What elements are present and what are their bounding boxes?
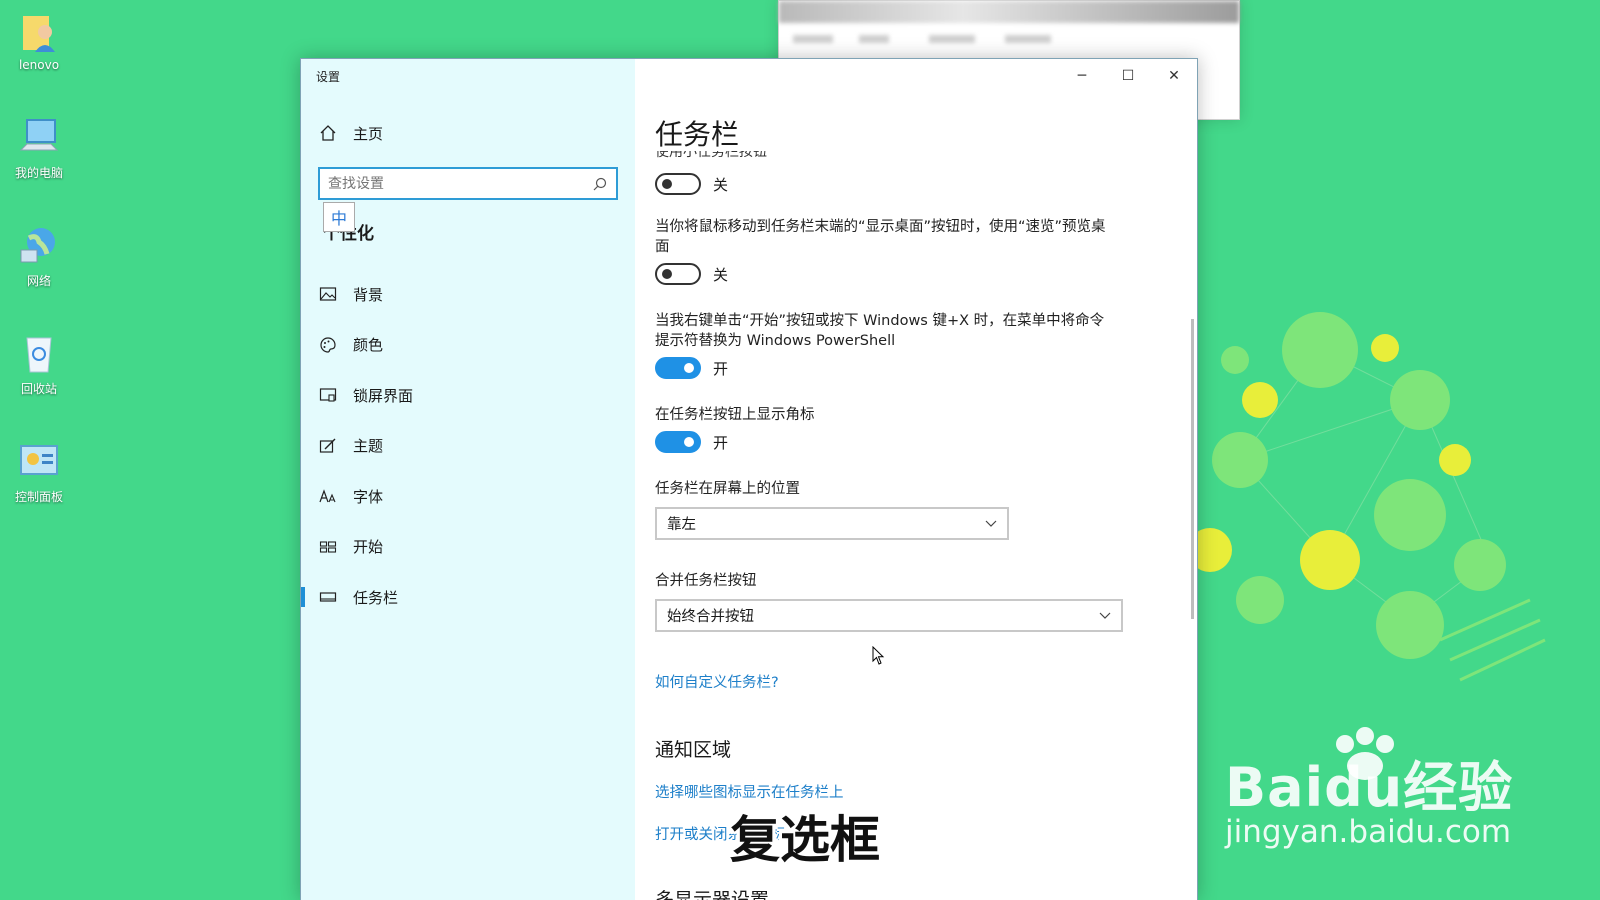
home-icon xyxy=(320,125,336,141)
multi-display-heading: 多显示器设置 xyxy=(655,889,770,900)
search-icon[interactable] xyxy=(592,176,608,192)
setting-combine-buttons: 合并任务栏按钮 始终合并按钮 xyxy=(655,571,1123,632)
taskbar-position-dropdown[interactable]: 靠左 xyxy=(655,507,1009,540)
mouse-cursor-icon xyxy=(872,646,885,665)
watermark-url: jingyan.baidu.com xyxy=(1225,814,1512,850)
settings-window[interactable]: 设置 主页 个性化 中 背景 xyxy=(300,58,1198,900)
picture-icon xyxy=(319,287,337,301)
setting-small-taskbar-buttons: 关 xyxy=(655,167,1115,195)
setting-powershell: 当我右键单击“开始”按钮或按下 Windows 键+X 时，在菜单中将命令提示符… xyxy=(655,311,1115,379)
sidebar-item-label: 锁屏界面 xyxy=(353,386,414,405)
chevron-down-icon xyxy=(985,520,997,527)
setting-taskbar-badges: 在任务栏按钮上显示角标 开 xyxy=(655,405,1115,453)
blurred-text xyxy=(1005,35,1051,43)
desktop-icon-label: 回收站 xyxy=(20,382,57,396)
setting-peek-desktop: 当你将鼠标移动到任务栏末端的“显示桌面”按钮时，使用“速览”预览桌面 关 xyxy=(655,217,1115,285)
palette-icon xyxy=(320,337,336,353)
sidebar-item-label: 字体 xyxy=(353,487,384,506)
notification-area-heading: 通知区域 xyxy=(655,739,732,761)
sidebar-item-fonts[interactable]: 字体 xyxy=(301,471,635,522)
desktop-icon-label: 网络 xyxy=(26,274,51,288)
sidebar-item-home[interactable]: 主页 xyxy=(301,115,635,151)
desktop-icon-computer[interactable]: 我的电脑 xyxy=(6,116,72,181)
sidebar-item-label: 主题 xyxy=(353,437,384,456)
sidebar-item-label: 背景 xyxy=(353,285,384,304)
sidebar-item-taskbar[interactable]: 任务栏 xyxy=(301,572,635,623)
settings-sidebar: 设置 主页 个性化 中 背景 xyxy=(301,59,635,900)
user-folder-icon xyxy=(23,16,55,52)
video-caption: 复选框 xyxy=(730,811,880,869)
desktop-icon-network[interactable]: 网络 xyxy=(6,224,72,289)
setting-description: 在任务栏按钮上显示角标 xyxy=(655,407,815,423)
baidu-watermark: Baidu经验 jingyan.baidu.com xyxy=(1225,756,1575,851)
taskbar-icon xyxy=(319,592,337,602)
lock-screen-icon xyxy=(319,388,337,402)
toggle-switch[interactable] xyxy=(655,263,701,285)
combine-buttons-dropdown[interactable]: 始终合并按钮 xyxy=(655,599,1123,632)
toggle-state: 关 xyxy=(713,265,729,284)
sidebar-item-label: 颜色 xyxy=(353,336,384,355)
toggle-row: 关 xyxy=(655,173,1115,195)
scrollbar[interactable] xyxy=(1191,319,1194,619)
control-panel-icon xyxy=(20,445,58,475)
toggle-state: 开 xyxy=(713,359,729,378)
toggle-state: 关 xyxy=(713,175,729,194)
computer-icon xyxy=(19,119,59,151)
font-icon xyxy=(319,489,336,503)
network-icon xyxy=(20,228,55,263)
toggle-row: 开 xyxy=(655,431,1115,453)
search-box[interactable] xyxy=(318,167,618,200)
blurred-text xyxy=(929,35,975,43)
background-window-titlebar xyxy=(779,1,1239,23)
sidebar-item-label: 开始 xyxy=(353,538,384,557)
desktop-icon-label: lenovo xyxy=(18,58,60,72)
toggle-switch[interactable] xyxy=(655,431,701,453)
search-input[interactable] xyxy=(328,175,592,192)
dropdown-value: 靠左 xyxy=(667,517,696,533)
desktop-icon-label: 控制面板 xyxy=(14,490,63,504)
sidebar-item-background[interactable]: 背景 xyxy=(301,269,635,320)
page-title: 任务栏 xyxy=(655,118,740,151)
setting-taskbar-position: 任务栏在屏幕上的位置 靠左 xyxy=(655,479,1009,540)
customize-taskbar-link[interactable]: 如何自定义任务栏? xyxy=(655,671,779,692)
clipped-setting-label: 使用小任务栏按钮 xyxy=(655,151,767,160)
setting-description: 合并任务栏按钮 xyxy=(655,573,757,589)
sidebar-item-label: 主页 xyxy=(353,124,384,143)
start-menu-icon xyxy=(319,541,337,553)
blurred-text xyxy=(793,35,833,43)
setting-description: 当你将鼠标移动到任务栏末端的“显示桌面”按钮时，使用“速览”预览桌面 xyxy=(655,219,1106,255)
select-taskbar-icons-link[interactable]: 选择哪些图标显示在任务栏上 xyxy=(655,781,844,802)
sidebar-item-label: 任务栏 xyxy=(353,588,399,607)
setting-description: 任务栏在屏幕上的位置 xyxy=(655,481,800,497)
desktop-icon-label: 我的电脑 xyxy=(14,166,63,180)
desktop-icon-lenovo[interactable]: lenovo xyxy=(6,10,72,72)
toggle-switch[interactable] xyxy=(655,173,701,195)
sidebar-item-start[interactable]: 开始 xyxy=(301,522,635,573)
setting-description: 当我右键单击“开始”按钮或按下 Windows 键+X 时，在菜单中将命令提示符… xyxy=(655,313,1105,349)
sidebar-item-lock-screen[interactable]: 锁屏界面 xyxy=(301,370,635,421)
sidebar-nav: 背景 颜色 锁屏界面 主题 字体 开始 任务栏 xyxy=(301,269,635,623)
toggle-state: 开 xyxy=(713,433,729,452)
watermark-brand: Baidu经验 xyxy=(1225,756,1514,819)
desktop-icon-recycle-bin[interactable]: 回收站 xyxy=(6,332,72,397)
toggle-row: 关 xyxy=(655,263,1115,285)
settings-main-pane: 任务栏 使用小任务栏按钮 关 当你将鼠标移动到任务栏末端的“显示桌面”按钮时，使… xyxy=(655,59,1197,900)
blurred-text xyxy=(859,35,889,43)
theme-brush-icon xyxy=(319,438,336,453)
lightbulb-illustration xyxy=(1190,312,1546,682)
sidebar-item-colors[interactable]: 颜色 xyxy=(301,320,635,371)
toggle-switch[interactable] xyxy=(655,357,701,379)
recycle-bin-icon xyxy=(26,337,52,373)
toggle-row: 开 xyxy=(655,357,1115,379)
sidebar-item-themes[interactable]: 主题 xyxy=(301,421,635,472)
ime-indicator[interactable]: 中 xyxy=(323,202,355,232)
chevron-down-icon xyxy=(1099,612,1111,619)
dropdown-value: 始终合并按钮 xyxy=(667,609,754,625)
window-title: 设置 xyxy=(316,70,341,84)
desktop-icon-control-panel[interactable]: 控制面板 xyxy=(6,440,72,505)
